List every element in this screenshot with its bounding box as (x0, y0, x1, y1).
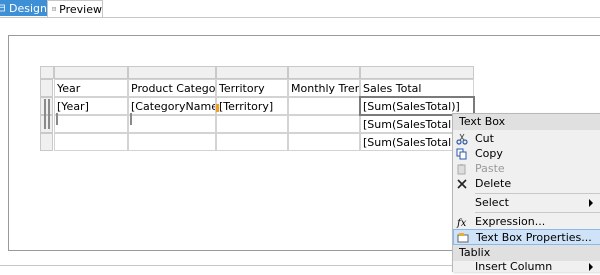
menu-separator (475, 212, 600, 213)
menu-separator (475, 193, 600, 194)
menu-item-delete-label: Delete (475, 177, 512, 190)
header-cell-sales-total[interactable]: Sales Total (360, 79, 474, 97)
paste-icon (457, 164, 466, 175)
cell-empty[interactable] (128, 133, 216, 151)
tab-design-label: Design (9, 1, 47, 15)
svg-text:fx: fx (456, 218, 467, 228)
context-menu: Text Box Cut Copy Paste Delete Select fx… (452, 113, 600, 275)
menu-item-text-box-properties[interactable]: Text Box Properties... (453, 229, 600, 245)
menu-item-select-label: Select (475, 196, 509, 209)
cell-empty[interactable] (288, 133, 360, 151)
menu-section-text-box: Text Box (453, 114, 600, 130)
properties-icon (457, 233, 469, 243)
cell-category-name[interactable]: [CategoryName] (128, 97, 216, 115)
delete-icon (457, 179, 467, 189)
column-handle[interactable] (360, 66, 474, 79)
header-cell-monthly-trend[interactable]: Monthly Trend (288, 79, 360, 97)
header-cell-product-category[interactable]: Product Category (128, 79, 216, 97)
cell-empty[interactable] (216, 115, 288, 133)
copy-icon (456, 148, 467, 160)
cell-year[interactable]: [Year] (54, 97, 128, 115)
menu-item-expression[interactable]: fx Expression... (453, 214, 600, 230)
scissors-icon (456, 133, 468, 145)
menu-item-cut[interactable]: Cut (453, 131, 600, 147)
menu-item-delete[interactable]: Delete (453, 176, 600, 192)
header-cell-year[interactable]: Year (54, 79, 128, 97)
menu-item-insert-column[interactable]: Insert Column (453, 259, 600, 275)
tab-preview-label: Preview (59, 2, 102, 16)
design-icon (0, 4, 5, 12)
row-group-indicator (130, 113, 132, 125)
row-handle[interactable] (40, 79, 53, 97)
tab-preview[interactable]: Preview (47, 0, 103, 17)
cell-monthly-trend[interactable] (288, 97, 360, 115)
row-group-indicator (56, 113, 58, 125)
menu-item-select[interactable]: Select (453, 195, 600, 211)
cell-empty[interactable] (128, 115, 216, 133)
menu-item-insert-column-label: Insert Column (475, 260, 553, 273)
function-icon: fx (456, 218, 467, 228)
column-handle[interactable] (54, 66, 128, 79)
view-tabs: Design Preview (0, 0, 600, 18)
row-group-bracket (44, 99, 46, 129)
cell-empty[interactable] (54, 115, 128, 133)
cell-empty[interactable] (288, 115, 360, 133)
tab-design[interactable]: Design (0, 0, 47, 16)
header-cell-territory[interactable]: Territory (216, 79, 288, 97)
group-marker (216, 104, 219, 112)
menu-item-cut-label: Cut (475, 132, 494, 145)
column-handle[interactable] (216, 66, 288, 79)
cell-empty[interactable] (216, 133, 288, 151)
menu-item-paste-label: Paste (475, 162, 505, 175)
tablix-corner-handle[interactable] (40, 66, 54, 79)
row-group-bracket (48, 99, 50, 129)
column-handle[interactable] (128, 66, 216, 79)
menu-item-copy[interactable]: Copy (453, 146, 600, 162)
menu-item-copy-label: Copy (475, 147, 503, 160)
preview-icon (52, 7, 56, 11)
row-handle[interactable] (40, 115, 53, 133)
cell-empty[interactable] (54, 133, 128, 151)
menu-item-expression-label: Expression... (475, 215, 546, 228)
submenu-arrow-icon (589, 263, 593, 271)
row-handle[interactable] (40, 97, 53, 115)
column-handle[interactable] (288, 66, 360, 79)
row-handle[interactable] (40, 133, 53, 151)
submenu-arrow-icon (589, 199, 593, 207)
menu-item-paste[interactable]: Paste (453, 161, 600, 177)
menu-item-text-box-properties-label: Text Box Properties... (476, 231, 592, 244)
cell-territory[interactable]: [Territory] (216, 97, 288, 115)
